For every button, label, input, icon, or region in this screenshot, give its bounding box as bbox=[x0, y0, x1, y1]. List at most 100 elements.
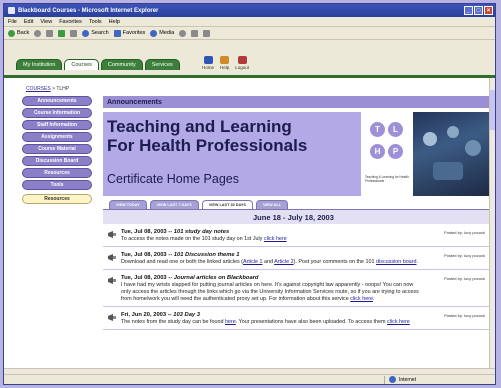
page-content: COURSES > TLHP Announcements Course Info… bbox=[4, 78, 489, 368]
mail-icon bbox=[191, 29, 199, 37]
scrollbar-thumb[interactable] bbox=[490, 90, 495, 130]
home-icon bbox=[203, 56, 213, 64]
mail-button[interactable] bbox=[191, 29, 199, 37]
tab-view-last-30-days[interactable]: VIEW LAST 30 DAYS bbox=[201, 200, 253, 209]
banner-title-block: Teaching and Learning For Health Profess… bbox=[103, 112, 361, 196]
sidebar-selected-resources[interactable]: Resources bbox=[22, 194, 92, 204]
logo-letter-h: H bbox=[370, 144, 385, 159]
forward-button[interactable] bbox=[34, 29, 42, 37]
breadcrumb-courses-link[interactable]: COURSES bbox=[26, 86, 51, 92]
date-range: June 18 - July 18, 2003 bbox=[253, 213, 334, 222]
forward-arrow-icon bbox=[34, 29, 42, 37]
logo-letter-t: T bbox=[370, 122, 385, 137]
tab-courses[interactable]: Courses bbox=[64, 59, 99, 70]
blackboard-nav-icons: Home Help Logout bbox=[202, 56, 249, 70]
tab-view-all[interactable]: VIEW ALL bbox=[255, 200, 288, 209]
megaphone-icon bbox=[108, 314, 116, 322]
logo-caption: Teaching & Learning for Health Professio… bbox=[365, 175, 409, 183]
banner-title: Teaching and Learning For Health Profess… bbox=[107, 117, 308, 156]
click-here-link[interactable]: click here bbox=[264, 236, 287, 242]
favorites-icon bbox=[113, 29, 121, 37]
browser-window: Blackboard Courses - Microsoft Internet … bbox=[3, 3, 496, 385]
refresh-icon bbox=[58, 29, 66, 37]
security-zone: Internet bbox=[384, 375, 416, 384]
menu-tools[interactable]: Tools bbox=[89, 19, 102, 25]
sidebar-item-resources[interactable]: Resources bbox=[22, 168, 92, 178]
date-range-band: June 18 - July 18, 2003 bbox=[103, 209, 489, 224]
tab-view-today[interactable]: VIEW TODAY bbox=[109, 200, 147, 209]
vertical-scrollbar[interactable] bbox=[489, 78, 495, 368]
favorites-button[interactable]: Favorites bbox=[113, 29, 145, 37]
discussion-board-link[interactable]: discussion board bbox=[376, 259, 416, 265]
sidebar-item-tools[interactable]: Tools bbox=[22, 180, 92, 190]
back-arrow-icon bbox=[8, 29, 15, 37]
close-icon[interactable]: × bbox=[484, 6, 493, 15]
search-button[interactable]: Search bbox=[82, 29, 109, 37]
announcement-title: Tue, Jul 08, 2003 -- Journal articles on… bbox=[121, 275, 259, 282]
home-icon bbox=[70, 29, 78, 37]
sidebar-item-course-material[interactable]: Course Material bbox=[22, 144, 92, 154]
click-here-link[interactable]: click here bbox=[350, 296, 373, 302]
sidebar-item-announcements[interactable]: Announcements bbox=[22, 96, 92, 106]
tlhp-logo: T L H P Teaching & Learning for Health P… bbox=[361, 112, 413, 196]
tab-view-last-7-days[interactable]: VIEW LAST 7 DAYS bbox=[149, 200, 199, 209]
print-button[interactable] bbox=[203, 29, 211, 37]
logout-icon bbox=[237, 56, 247, 64]
article-1-link[interactable]: Article 1 bbox=[243, 259, 262, 265]
announcement-body: The notes from the study day can be foun… bbox=[121, 319, 410, 326]
menu-edit[interactable]: Edit bbox=[24, 19, 33, 25]
panel-header: Announcements bbox=[103, 96, 489, 108]
course-menu: Announcements Course Information Staff I… bbox=[22, 96, 92, 206]
menu-file[interactable]: File bbox=[8, 19, 17, 25]
tab-services[interactable]: Services bbox=[144, 59, 180, 70]
search-icon bbox=[82, 29, 90, 37]
back-button[interactable]: Back bbox=[8, 29, 29, 37]
tab-community[interactable]: Community bbox=[100, 59, 143, 70]
maximize-icon[interactable]: □ bbox=[474, 6, 483, 15]
bb-home-link[interactable]: Home bbox=[202, 56, 214, 70]
announcement-body: Download and read one or both the linked… bbox=[121, 259, 419, 266]
megaphone-icon bbox=[108, 231, 116, 238]
posted-by: Posted by: lucy pocock bbox=[444, 253, 485, 259]
blackboard-header: My Institution Courses Community Service… bbox=[4, 42, 495, 75]
tab-my-institution[interactable]: My Institution bbox=[16, 59, 63, 70]
minimize-icon[interactable]: _ bbox=[464, 6, 473, 15]
media-button[interactable]: Media bbox=[150, 29, 174, 37]
surgery-photo bbox=[413, 112, 489, 196]
breadcrumb: COURSES > TLHP bbox=[26, 86, 69, 92]
announcement-title: Tue, Jul 08, 2003 -- 101 Discussion them… bbox=[121, 252, 240, 259]
browser-toolbar: Back Search Favorites Media bbox=[4, 27, 495, 40]
home-button[interactable] bbox=[70, 29, 78, 37]
status-bar: Internet bbox=[4, 374, 495, 384]
article-2-link[interactable]: Article 2 bbox=[274, 259, 293, 265]
sidebar-item-staff-information[interactable]: Staff Information bbox=[22, 120, 92, 130]
bb-help-link[interactable]: Help bbox=[220, 56, 229, 70]
announcement-body: I have had my wrists slapped for putting… bbox=[121, 282, 419, 303]
sidebar-item-assignments[interactable]: Assignments bbox=[22, 132, 92, 142]
window-titlebar[interactable]: Blackboard Courses - Microsoft Internet … bbox=[4, 4, 495, 17]
click-here-link[interactable]: click here bbox=[387, 319, 410, 325]
menu-help[interactable]: Help bbox=[109, 19, 120, 25]
announcement-body: To access the notes made on the 101 stud… bbox=[121, 236, 287, 242]
refresh-button[interactable] bbox=[58, 29, 66, 37]
stop-icon bbox=[46, 29, 54, 37]
sidebar-item-discussion-board[interactable]: Discussion Board bbox=[22, 156, 92, 166]
blackboard-tabs: My Institution Courses Community Service… bbox=[16, 59, 180, 70]
sidebar-item-course-information[interactable]: Course Information bbox=[22, 108, 92, 118]
history-icon bbox=[179, 29, 187, 37]
screen-background: Blackboard Courses - Microsoft Internet … bbox=[0, 0, 501, 388]
posted-by: Posted by: lucy pocock bbox=[444, 230, 485, 235]
announcement-title: Tue, Jul 08, 2003 -- 101 study day notes bbox=[121, 229, 230, 235]
help-icon bbox=[220, 56, 230, 64]
menu-bar: File Edit View Favorites Tools Help bbox=[4, 17, 495, 27]
bb-logout-link[interactable]: Logout bbox=[235, 56, 249, 70]
menu-favorites[interactable]: Favorites bbox=[59, 19, 82, 25]
menu-view[interactable]: View bbox=[40, 19, 52, 25]
globe-icon bbox=[389, 376, 396, 383]
announcements-panel: Announcements Teaching and Learning For … bbox=[103, 96, 489, 368]
stop-button[interactable] bbox=[46, 29, 54, 37]
history-button[interactable] bbox=[179, 29, 187, 37]
here-link[interactable]: here bbox=[225, 319, 236, 325]
ie-icon bbox=[8, 7, 15, 14]
course-banner: Teaching and Learning For Health Profess… bbox=[103, 112, 489, 196]
